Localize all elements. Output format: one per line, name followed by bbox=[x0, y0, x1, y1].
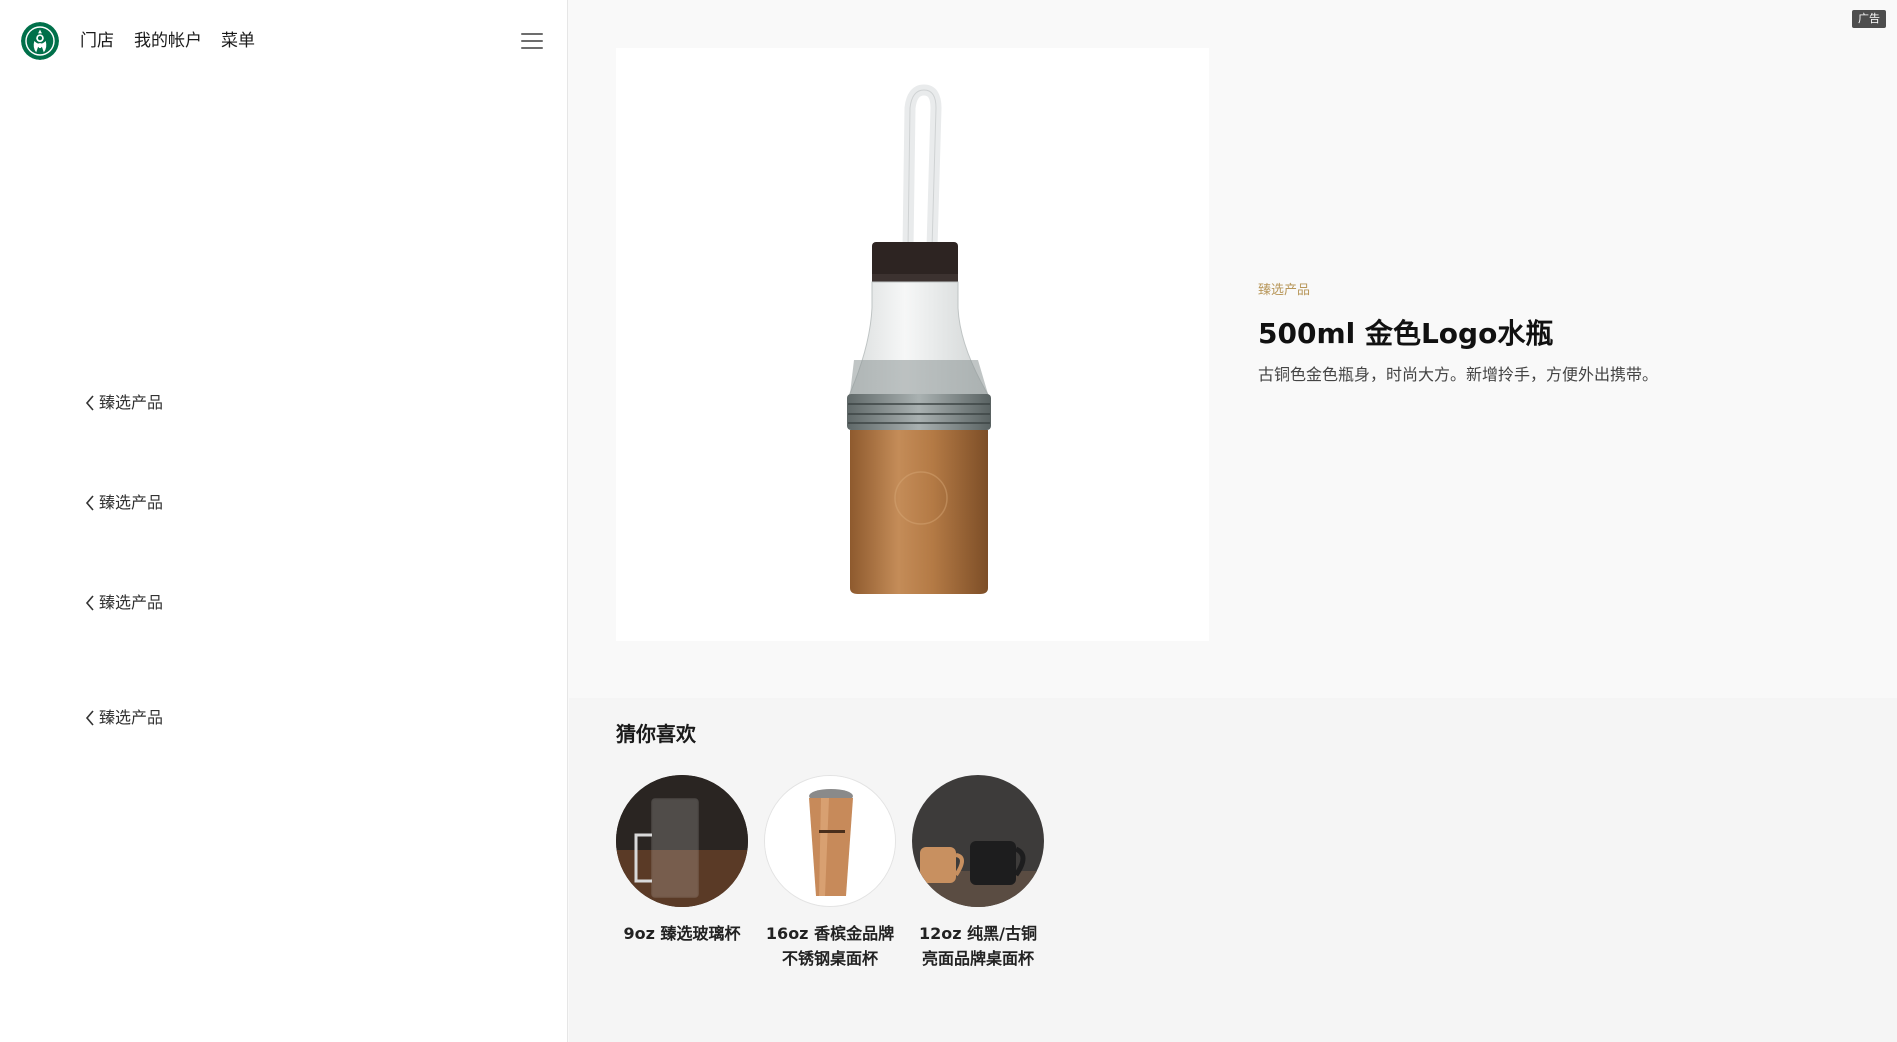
recommendation-name-line: 12oz 纯黑/古铜 bbox=[919, 924, 1037, 943]
recommendations-section: 猜你喜欢 9oz 臻选玻璃杯 16oz 香槟金品牌 不锈钢桌面杯 12oz 纯黑… bbox=[569, 698, 1897, 1042]
recommendation-item[interactable]: 9oz 臻选玻璃杯 bbox=[616, 775, 748, 946]
recommendation-name-line: 亮面品牌桌面杯 bbox=[921, 949, 1034, 968]
product-thumbnail bbox=[912, 775, 1044, 907]
chevron-left-icon bbox=[85, 395, 94, 411]
sidebar-link-label: 臻选产品 bbox=[99, 708, 164, 727]
recommendation-item[interactable]: 12oz 纯黑/古铜 亮面品牌桌面杯 bbox=[912, 775, 1044, 971]
sidebar-link-label: 臻选产品 bbox=[99, 593, 164, 612]
chevron-left-icon bbox=[85, 710, 94, 726]
product-description: 古铜色金色瓶身，时尚大方。新增拎手，方便外出携带。 bbox=[1258, 365, 1659, 384]
recommendation-name: 9oz 臻选玻璃杯 bbox=[607, 921, 757, 946]
hamburger-menu-icon[interactable] bbox=[521, 33, 543, 51]
recommendation-name-line: 9oz 臻选玻璃杯 bbox=[623, 924, 741, 943]
sidebar-link-reserve-products[interactable]: 臻选产品 bbox=[83, 493, 163, 513]
mugs-image bbox=[912, 775, 1044, 907]
starbucks-logo-icon[interactable] bbox=[21, 22, 59, 60]
product-thumbnail bbox=[764, 775, 896, 907]
recommendation-item[interactable]: 16oz 香槟金品牌 不锈钢桌面杯 bbox=[764, 775, 896, 971]
left-sidebar: 门店 我的帐户 菜单 臻选产品 臻选产品 臻选产品 臻选产品 bbox=[0, 0, 568, 1042]
sidebar-link-reserve-products[interactable]: 臻选产品 bbox=[83, 593, 163, 613]
chevron-left-icon bbox=[85, 595, 94, 611]
sidebar-link-label: 臻选产品 bbox=[99, 393, 164, 412]
nav-my-account[interactable]: 我的帐户 bbox=[134, 31, 202, 51]
recommendation-name: 16oz 香槟金品牌 不锈钢桌面杯 bbox=[755, 921, 905, 971]
hamburger-line bbox=[521, 40, 543, 42]
recommendation-name: 12oz 纯黑/古铜 亮面品牌桌面杯 bbox=[903, 921, 1053, 971]
nav-menu[interactable]: 菜单 bbox=[221, 31, 255, 51]
sidebar-link-reserve-products[interactable]: 臻选产品 bbox=[83, 393, 163, 413]
nav-stores[interactable]: 门店 bbox=[80, 31, 114, 51]
product-category[interactable]: 臻选产品 bbox=[1258, 282, 1858, 300]
product-thumbnail bbox=[616, 775, 748, 907]
water-bottle-illustration bbox=[847, 84, 991, 594]
sidebar-link-label: 臻选产品 bbox=[99, 493, 164, 512]
product-detail-section: 广告 臻选产品 500ml 金色Logo水瓶 古铜色金色瓶身，时尚大方。新增拎手… bbox=[569, 0, 1897, 698]
recommendations-title: 猜你喜欢 bbox=[616, 722, 696, 746]
sidebar-link-reserve-products[interactable]: 臻选产品 bbox=[83, 708, 163, 728]
hamburger-line bbox=[521, 33, 543, 35]
recommendation-name-line: 不锈钢桌面杯 bbox=[781, 949, 878, 968]
glass-cup-image bbox=[616, 775, 748, 907]
top-navigation: 门店 我的帐户 菜单 bbox=[0, 0, 568, 84]
recommendation-name-line: 16oz 香槟金品牌 bbox=[765, 924, 895, 943]
product-info: 臻选产品 500ml 金色Logo水瓶 古铜色金色瓶身，时尚大方。新增拎手，方便… bbox=[1258, 282, 1858, 386]
product-image bbox=[616, 48, 1209, 641]
chevron-left-icon bbox=[85, 495, 94, 511]
tumbler-image bbox=[765, 776, 895, 906]
ad-badge: 广告 bbox=[1852, 10, 1886, 28]
product-title: 500ml 金色Logo水瓶 bbox=[1258, 317, 1554, 350]
hamburger-line bbox=[521, 47, 543, 49]
